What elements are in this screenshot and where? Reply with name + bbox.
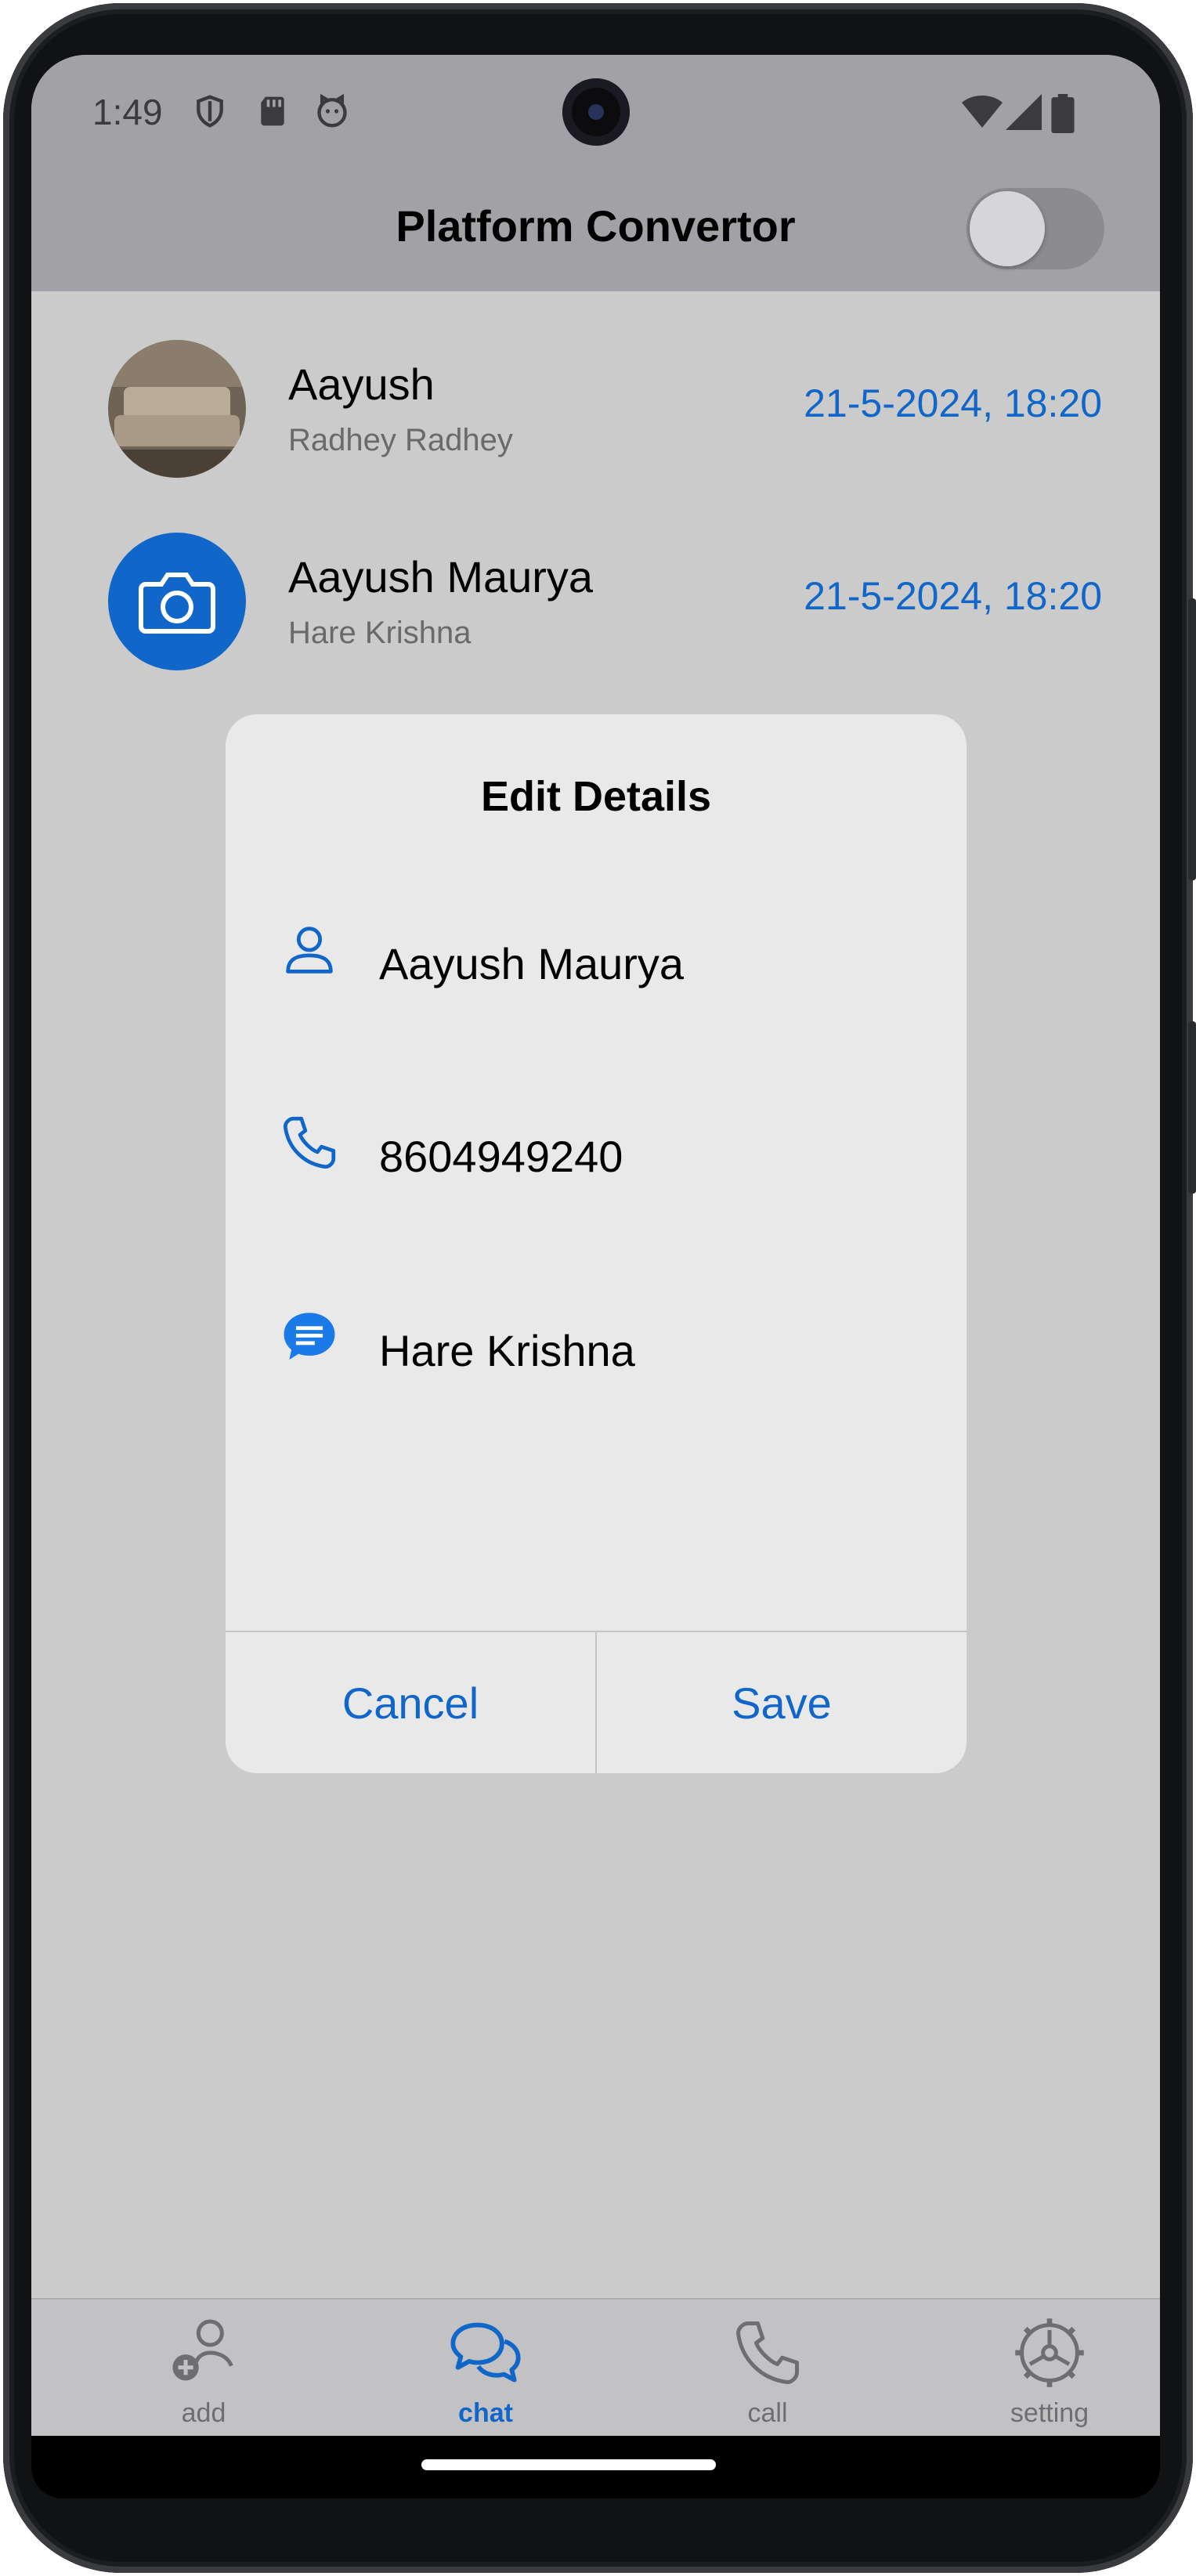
message-bubble-icon	[284, 1313, 335, 1360]
cell-signal-icon	[1006, 94, 1042, 130]
power-button	[1188, 1021, 1196, 1194]
bottom-navigation: add chat call setting	[31, 2298, 1160, 2436]
phone-field[interactable]: 8604949240	[379, 1131, 623, 1182]
person-icon	[286, 927, 333, 974]
cat-face-icon	[317, 94, 347, 128]
nav-setting[interactable]: setting	[971, 2300, 1128, 2436]
front-camera	[562, 78, 630, 146]
battery-icon	[1051, 94, 1075, 133]
chat-list-item[interactable]: Aayush Maurya Hare Krishna 21-5-2024, 18…	[31, 533, 1160, 674]
screen: 1:49 Platform Convertor Aayush Radhey Ra…	[31, 55, 1160, 2436]
chat-name: Aayush Maurya	[288, 552, 594, 602]
volume-button	[1188, 598, 1196, 880]
chat-list-item[interactable]: Aayush Radhey Radhey 21-5-2024, 18:20	[31, 340, 1160, 481]
chat-name: Aayush	[288, 359, 435, 409]
name-field[interactable]: Aayush Maurya	[379, 938, 684, 989]
chat-bubbles-icon	[450, 2322, 521, 2383]
gear-icon	[1015, 2318, 1084, 2387]
shield-icon	[197, 95, 223, 128]
nav-label: chat	[458, 2398, 513, 2428]
save-button[interactable]: Save	[597, 1632, 967, 1773]
wifi-icon	[962, 96, 1003, 128]
nav-chat[interactable]: chat	[407, 2300, 564, 2436]
platform-toggle[interactable]	[967, 188, 1104, 269]
app-header: 1:49 Platform Convertor	[31, 55, 1160, 291]
dialog-title: Edit Details	[480, 773, 712, 820]
avatar-photo-icon	[108, 340, 246, 478]
nav-call[interactable]: call	[689, 2300, 846, 2436]
chat-timestamp: 21-5-2024, 18:20	[804, 574, 1102, 618]
cancel-button[interactable]: Cancel	[226, 1632, 595, 1773]
chat-last-message: Radhey Radhey	[288, 423, 513, 457]
nav-label: setting	[1010, 2398, 1089, 2428]
nav-add[interactable]: add	[125, 2300, 282, 2436]
sd-card-icon	[261, 96, 284, 126]
avatar[interactable]	[108, 533, 246, 670]
add-person-icon	[172, 2319, 233, 2381]
phone-icon	[283, 1116, 336, 1169]
avatar[interactable]	[108, 340, 246, 478]
home-indicator[interactable]	[421, 2459, 716, 2470]
nav-label: add	[181, 2398, 226, 2428]
edit-details-dialog: Edit Details Aayush Maurya 8604949240 Ha…	[226, 714, 967, 1773]
status-time: 1:49	[92, 92, 163, 132]
camera-icon	[139, 573, 215, 634]
phone-icon	[736, 2321, 799, 2384]
chat-last-message: Hare Krishna	[288, 616, 472, 650]
chat-timestamp: 21-5-2024, 18:20	[804, 381, 1102, 425]
nav-label: call	[747, 2398, 788, 2428]
message-field[interactable]: Hare Krishna	[379, 1325, 635, 1376]
toggle-knob	[970, 191, 1045, 266]
